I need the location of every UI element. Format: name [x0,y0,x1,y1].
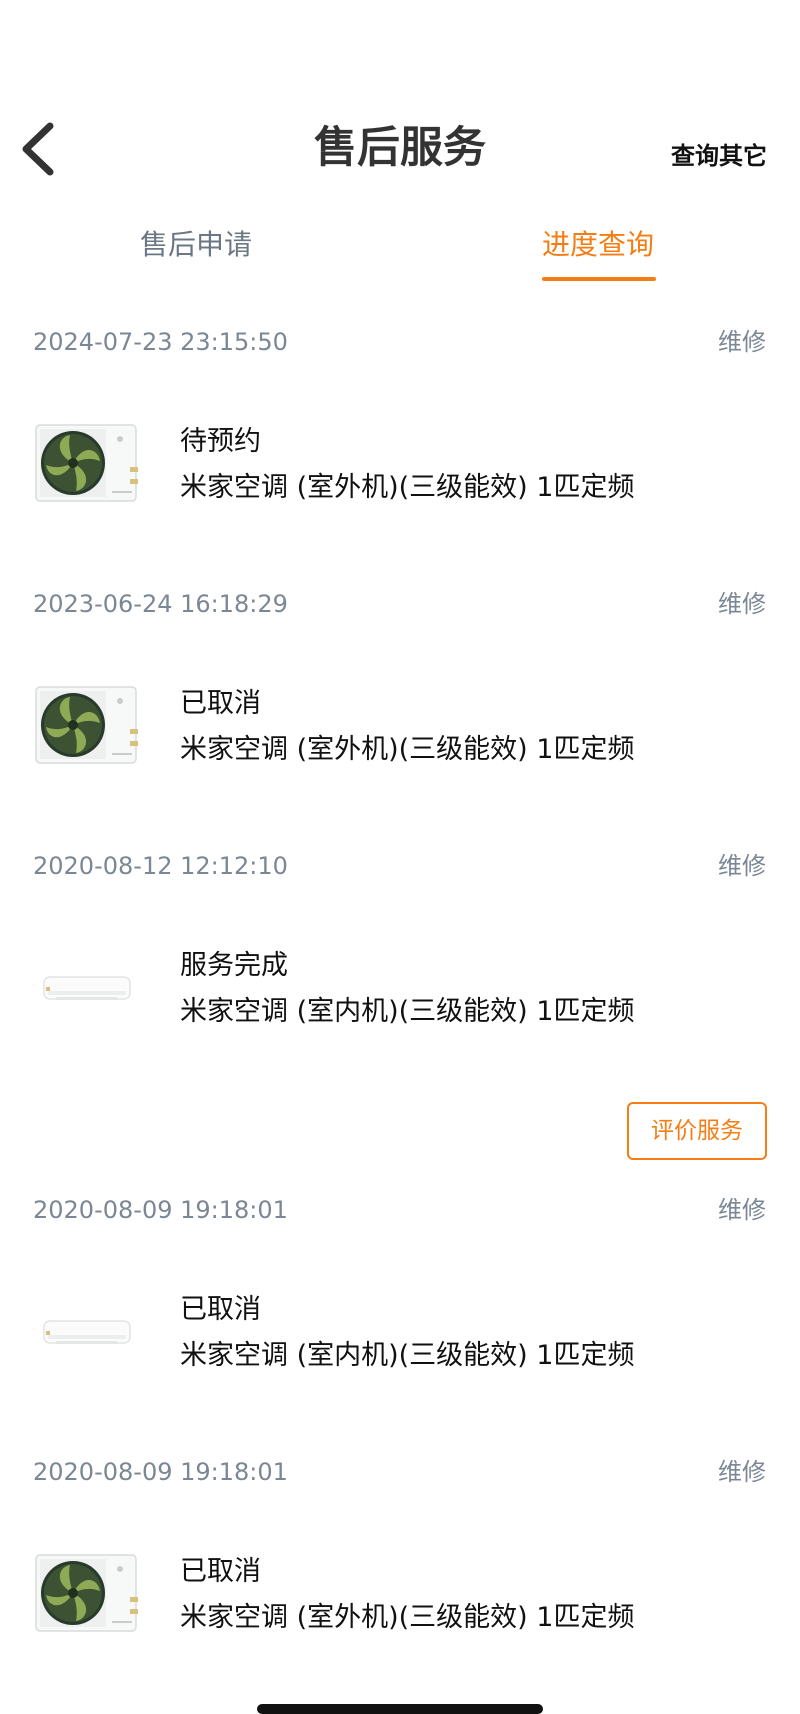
order-product-name: 米家空调 (室外机)(三级能效) 1匹定频 [180,472,635,503]
outdoor-ac-unit-icon [34,683,146,767]
order-item[interactable]: 2020-08-09 19:18:01 维修 已取消 米家空调 (室内机)(三级… [0,1164,800,1426]
order-product-name: 米家空调 (室内机)(三级能效) 1匹定频 [180,996,635,1027]
home-indicator [257,1704,543,1714]
order-type: 维修 [718,590,766,618]
order-datetime: 2020-08-12 12:12:10 [33,852,288,880]
order-product-name: 米家空调 (室外机)(三级能效) 1匹定频 [180,734,635,765]
indoor-ac-unit-icon [34,945,146,1029]
order-datetime: 2023-06-24 16:18:29 [33,590,288,618]
order-item[interactable]: 2023-06-24 16:18:29 维修 已取消 米家空调 (室外机)(三级… [0,558,800,820]
rate-service-button[interactable]: 评价服务 [627,1102,767,1160]
outdoor-ac-unit-icon [34,421,146,505]
tab-bar: 售后申请 进度查询 [0,220,800,290]
active-tab-indicator [542,277,656,281]
order-product-name: 米家空调 (室内机)(三级能效) 1匹定频 [180,1340,635,1371]
header-bar: 售后服务 查询其它 [0,0,800,200]
order-status: 已取消 [180,1556,261,1587]
order-type: 维修 [718,328,766,356]
tab-aftersale-apply[interactable]: 售后申请 [140,220,252,270]
indoor-ac-unit-icon [34,1289,146,1373]
order-item[interactable]: 2020-08-12 12:12:10 维修 服务完成 米家空调 (室内机)(三… [0,820,800,1164]
order-list: 2024-07-23 23:15:50 维修 待预约 米家空调 (室外机)(三级… [0,296,800,1688]
order-type: 维修 [718,1458,766,1486]
order-product-name: 米家空调 (室外机)(三级能效) 1匹定频 [180,1602,635,1633]
order-status: 已取消 [180,688,261,719]
tab-progress-query[interactable]: 进度查询 [542,220,654,270]
order-item[interactable]: 2020-08-09 19:18:01 维修 已取消 米家空调 (室外机)(三级… [0,1426,800,1688]
order-item[interactable]: 2024-07-23 23:15:50 维修 待预约 米家空调 (室外机)(三级… [0,296,800,558]
query-other-link[interactable]: 查询其它 [671,138,767,174]
order-type: 维修 [718,852,766,880]
outdoor-ac-unit-icon [34,1551,146,1635]
order-status: 待预约 [180,426,261,457]
order-datetime: 2024-07-23 23:15:50 [33,328,288,356]
order-status: 服务完成 [180,950,288,981]
order-datetime: 2020-08-09 19:18:01 [33,1196,288,1224]
order-status: 已取消 [180,1294,261,1325]
order-type: 维修 [718,1196,766,1224]
order-datetime: 2020-08-09 19:18:01 [33,1458,288,1486]
